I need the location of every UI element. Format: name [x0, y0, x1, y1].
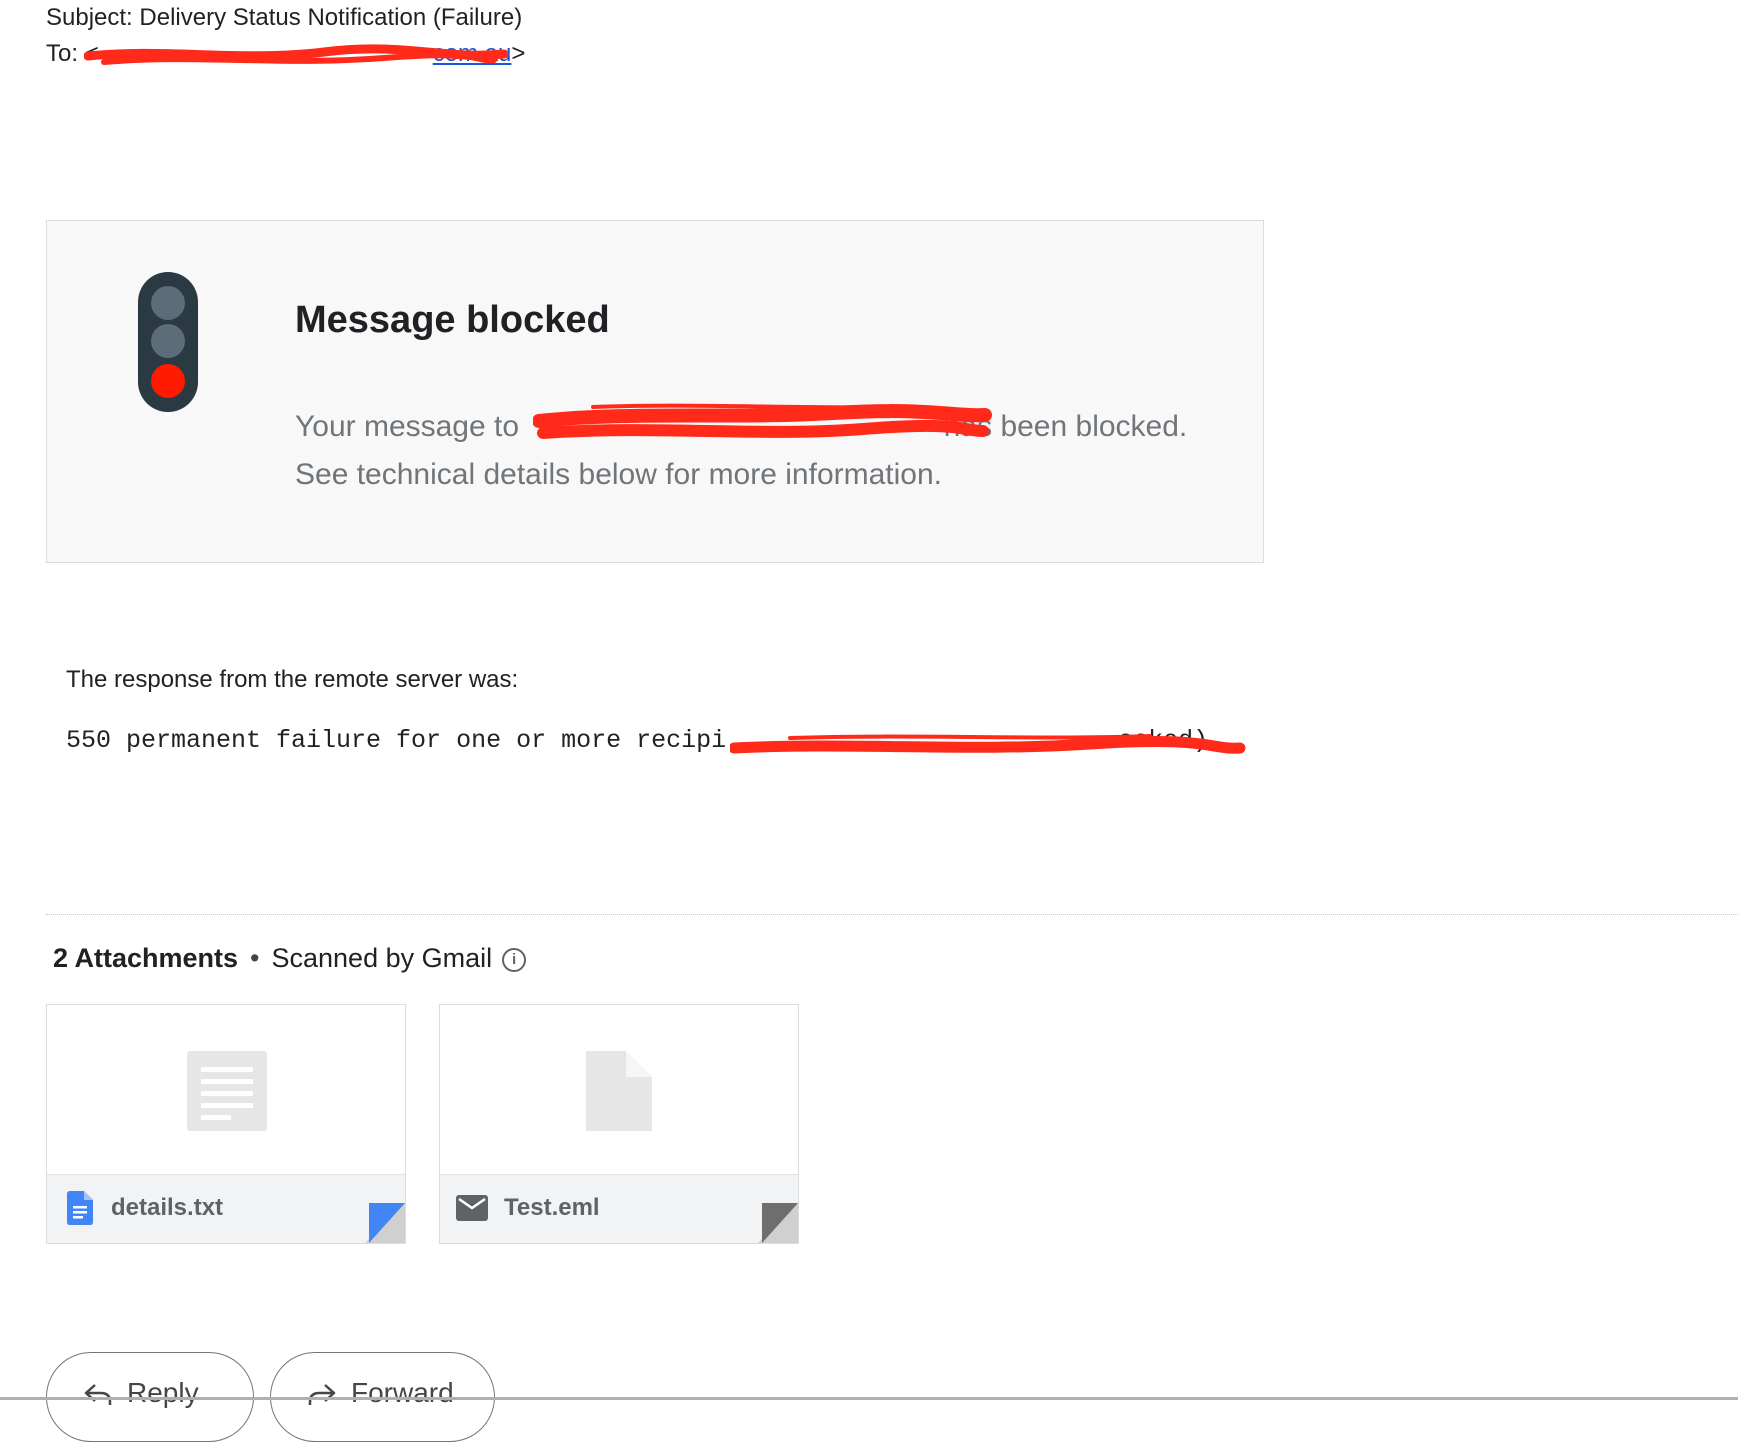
file-type-corner — [758, 1203, 798, 1243]
attachment-preview[interactable] — [440, 1005, 798, 1175]
to-close-bracket: > — [511, 40, 526, 67]
attachments-count: 2 Attachments — [53, 943, 239, 973]
scanned-label: Scanned by Gmail — [271, 943, 493, 973]
separator-dot: • — [250, 943, 260, 973]
reply-label: Reply — [127, 1377, 199, 1408]
file-preview-icon — [586, 1051, 652, 1131]
response-label: The response from the remote server was: — [66, 666, 519, 693]
file-type-corner — [365, 1203, 405, 1243]
email-to-line: To: < com.au> — [46, 40, 525, 68]
attachment-card-details[interactable]: details.txt — [46, 1004, 406, 1244]
attachment-footer[interactable]: Test.eml — [440, 1174, 798, 1243]
text-file-preview-icon — [187, 1051, 267, 1131]
attachment-name[interactable]: Test.eml — [504, 1194, 600, 1222]
attachment-card-test-eml[interactable]: Test.eml — [439, 1004, 799, 1244]
attachment-preview[interactable] — [47, 1005, 405, 1175]
reply-icon — [84, 1383, 112, 1405]
attachment-footer[interactable]: details.txt — [47, 1174, 405, 1243]
notice-title: Message blocked — [295, 299, 610, 341]
mail-icon — [456, 1195, 488, 1221]
attachments-header: 2 Attachments • Scanned by Gmail i — [53, 943, 527, 974]
response-code: 550 permanent failure for one or more re… — [66, 726, 1209, 755]
notice-body: Your message to has been blocked. See te… — [295, 403, 1187, 499]
to-open-bracket: < — [84, 40, 99, 67]
redacted-recipient — [527, 403, 935, 451]
traffic-light-icon — [138, 272, 198, 412]
notice-body-line2: See technical details below for more inf… — [295, 458, 942, 491]
notice-body-prefix: Your message to — [295, 410, 520, 443]
attachment-name[interactable]: details.txt — [111, 1194, 223, 1222]
recipient-email-link[interactable]: com.au — [103, 40, 512, 67]
section-divider — [46, 914, 1738, 915]
forward-icon — [308, 1383, 336, 1405]
forward-label: Forward — [351, 1377, 454, 1408]
blocked-notice-box: Message blocked Your message to has been… — [46, 220, 1264, 563]
to-label: To: — [46, 40, 79, 67]
doc-icon — [67, 1191, 93, 1225]
email-subject: Subject: Delivery Status Notification (F… — [46, 4, 523, 31]
notice-body-suffix: has been blocked. — [943, 410, 1188, 443]
info-icon[interactable]: i — [502, 947, 527, 972]
